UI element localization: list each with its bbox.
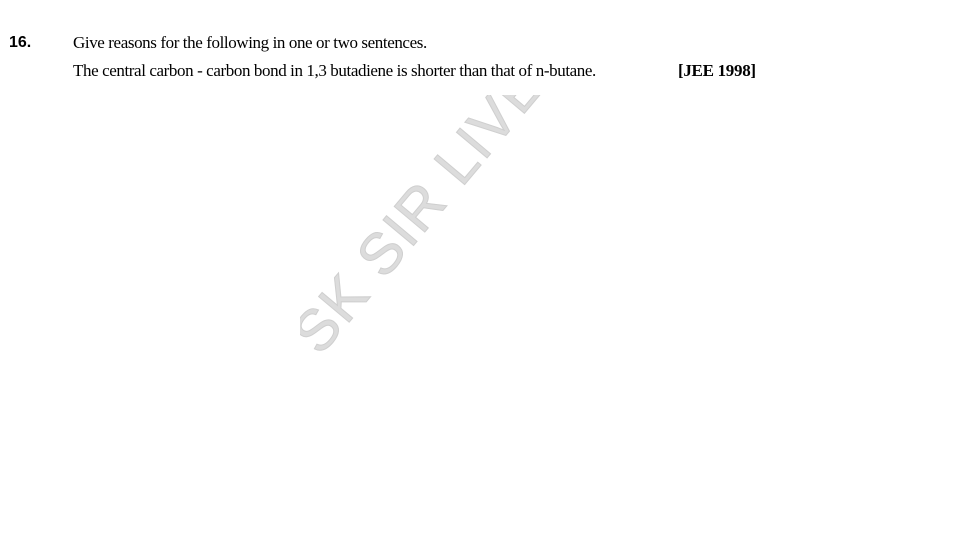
question-source: [JEE 1998]	[678, 61, 756, 80]
question-slide: SK SIR LIVE 16. Give reasons for the fol…	[0, 0, 960, 540]
watermark: SK SIR LIVE	[300, 95, 558, 366]
question-statement: The central carbon - carbon bond in 1,3 …	[73, 61, 596, 80]
watermark-text: SK SIR LIVE	[300, 95, 558, 365]
question-number: 16.	[9, 34, 32, 51]
question-prompt: Give reasons for the following in one or…	[73, 33, 427, 52]
